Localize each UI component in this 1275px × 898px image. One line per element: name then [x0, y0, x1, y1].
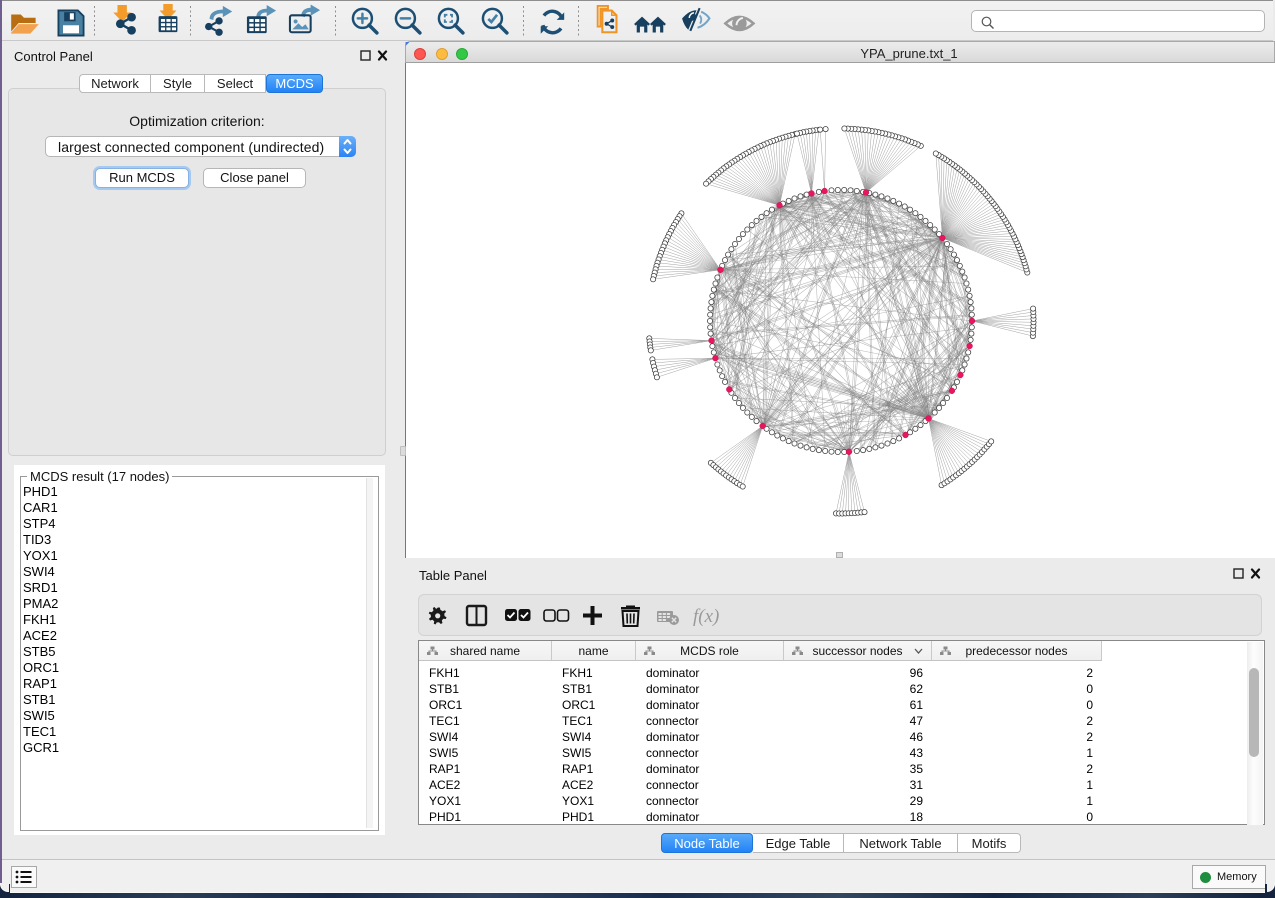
svg-text:f(x): f(x) [693, 606, 719, 627]
